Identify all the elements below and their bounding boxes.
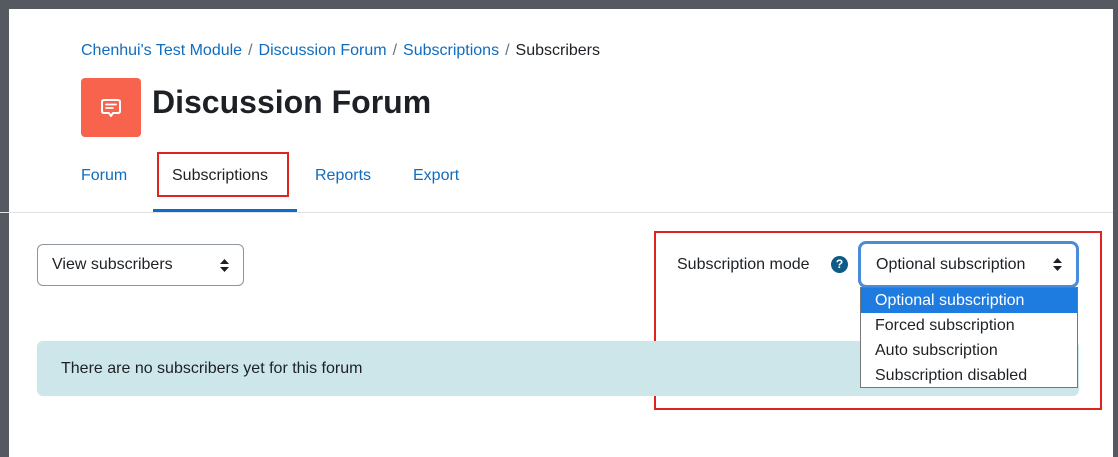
breadcrumb-separator: / bbox=[248, 42, 253, 59]
breadcrumb-link-module[interactable]: Chenhui's Test Module bbox=[81, 42, 242, 59]
alert-message: There are no subscribers yet for this fo… bbox=[61, 360, 363, 377]
breadcrumb-current: Subscribers bbox=[515, 42, 600, 59]
help-question-icon[interactable]: ? bbox=[831, 256, 848, 273]
subscription-mode-label: Subscription mode bbox=[677, 256, 810, 273]
page-title: Discussion Forum bbox=[152, 84, 432, 120]
breadcrumb-separator: / bbox=[505, 42, 510, 59]
chat-bubble-icon bbox=[101, 98, 121, 117]
option-forced-subscription[interactable]: Forced subscription bbox=[861, 313, 1077, 338]
subscription-mode-value: Optional subscription bbox=[876, 256, 1026, 273]
window-frame-left bbox=[0, 0, 9, 457]
highlight-box-subscriptions-tab bbox=[157, 152, 289, 197]
view-subscribers-select[interactable]: View subscribers bbox=[37, 244, 244, 286]
option-optional-subscription[interactable]: Optional subscription bbox=[861, 288, 1077, 313]
window-frame-right bbox=[1113, 0, 1118, 457]
active-tab-indicator bbox=[153, 209, 297, 212]
forum-chat-icon bbox=[81, 78, 141, 137]
sort-arrows-icon bbox=[1053, 258, 1062, 271]
option-auto-subscription[interactable]: Auto subscription bbox=[861, 338, 1077, 363]
subscription-mode-options: Optional subscription Forced subscriptio… bbox=[860, 287, 1078, 388]
tab-export[interactable]: Export bbox=[413, 164, 459, 188]
view-select-value: View subscribers bbox=[52, 256, 173, 273]
tab-reports[interactable]: Reports bbox=[315, 164, 371, 188]
breadcrumb-link-forum[interactable]: Discussion Forum bbox=[259, 42, 387, 59]
breadcrumb: Chenhui's Test Module / Discussion Forum / S… bbox=[81, 40, 600, 62]
tab-forum[interactable]: Forum bbox=[81, 164, 127, 188]
option-subscription-disabled[interactable]: Subscription disabled bbox=[861, 363, 1077, 388]
subscription-mode-select[interactable]: Optional subscription bbox=[858, 241, 1079, 288]
sort-arrows-icon bbox=[220, 259, 229, 272]
window-frame-top bbox=[0, 0, 1118, 9]
breadcrumb-link-subscriptions[interactable]: Subscriptions bbox=[403, 42, 499, 59]
breadcrumb-separator: / bbox=[392, 42, 398, 59]
